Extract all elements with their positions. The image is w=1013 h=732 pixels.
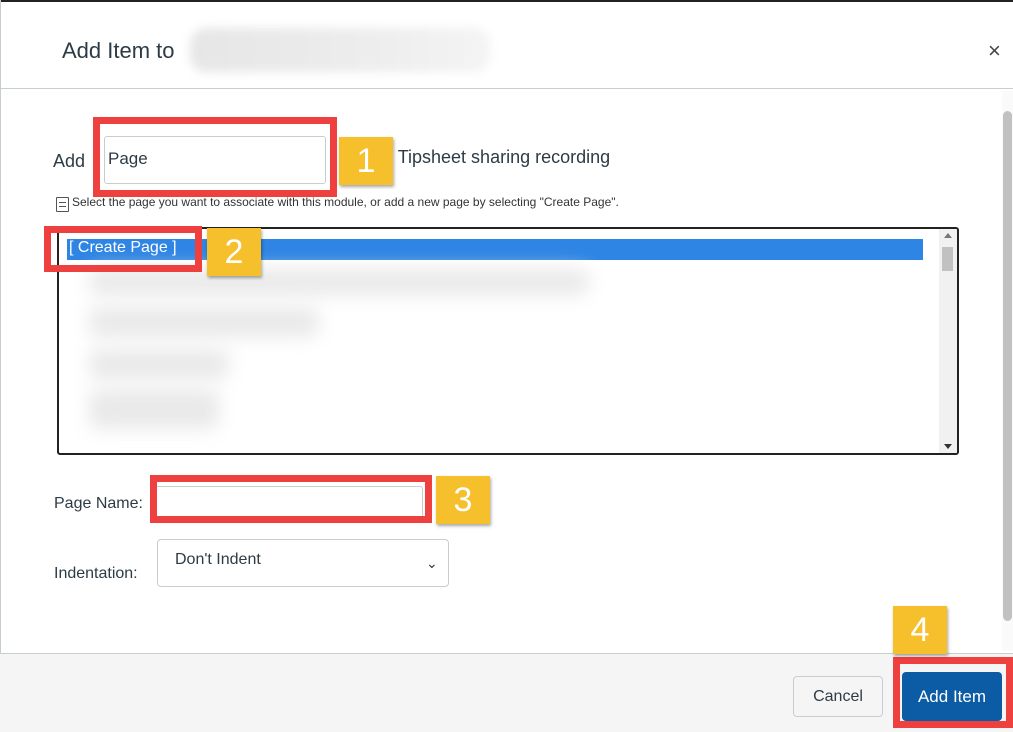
module-target-text: to Tipsheet sharing recording bbox=[378, 147, 611, 167]
add-label: Add bbox=[53, 151, 86, 171]
page-name-label: Page Name: bbox=[54, 495, 143, 512]
redacted-list-item bbox=[89, 307, 319, 337]
scroll-down-icon[interactable] bbox=[944, 444, 952, 449]
list-scroll-thumb[interactable] bbox=[942, 247, 953, 271]
callout-badge-1: 1 bbox=[339, 137, 393, 185]
callout-box-4 bbox=[893, 657, 1013, 728]
dialog-title: Add Item to bbox=[62, 38, 175, 63]
callout-badge-3: 3 bbox=[436, 476, 490, 524]
dialog-scrollbar[interactable] bbox=[1002, 91, 1013, 651]
callout-badge-4: 4 bbox=[893, 606, 947, 654]
scroll-up-icon[interactable] bbox=[944, 233, 952, 238]
hint-text: Select the page you want to associate wi… bbox=[72, 195, 619, 209]
close-icon[interactable]: × bbox=[988, 38, 1001, 64]
dialog-scroll-thumb[interactable] bbox=[1003, 111, 1012, 621]
redacted-list-item bbox=[89, 269, 589, 295]
callout-box-1 bbox=[93, 117, 337, 197]
callout-box-2 bbox=[44, 226, 202, 272]
dialog-footer: Cancel Add Item bbox=[0, 653, 1013, 732]
callout-badge-2: 2 bbox=[207, 228, 261, 276]
cancel-button[interactable]: Cancel bbox=[793, 676, 883, 717]
redacted-list-item bbox=[89, 389, 219, 429]
dialog-header: Add Item to × bbox=[0, 2, 1013, 89]
redacted-module-name bbox=[190, 28, 490, 72]
redacted-list-item bbox=[89, 349, 229, 379]
indentation-label: Indentation: bbox=[54, 565, 138, 582]
indentation-value: Don't Indent bbox=[175, 551, 261, 568]
callout-box-3 bbox=[150, 475, 432, 523]
chevron-down-icon[interactable]: ⌄ bbox=[426, 555, 438, 572]
list-scrollbar[interactable] bbox=[939, 229, 957, 453]
document-icon bbox=[56, 197, 69, 212]
